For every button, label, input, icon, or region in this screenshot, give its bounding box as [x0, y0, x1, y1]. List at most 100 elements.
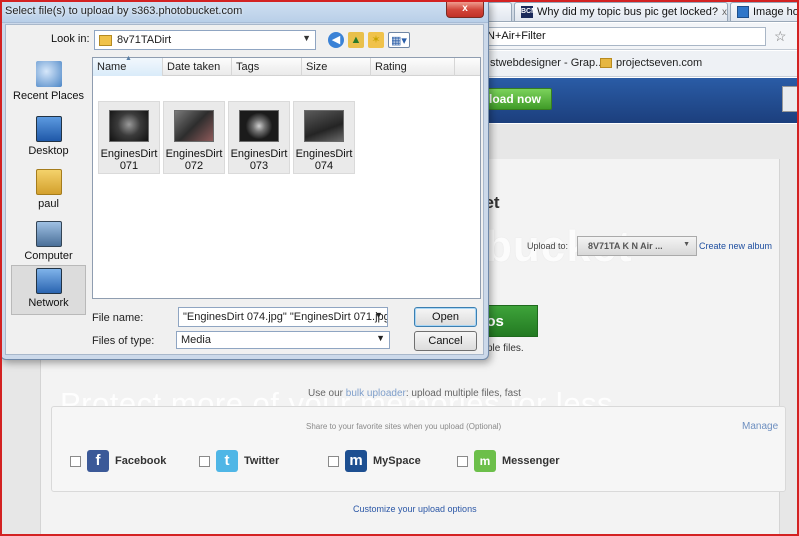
file-label: EnginesDirt 071	[100, 148, 158, 172]
column-tags[interactable]: Tags	[232, 58, 302, 76]
facebook-checkbox[interactable]	[70, 455, 81, 467]
share-messenger[interactable]: m Messenger	[457, 450, 559, 472]
browser-tab-image-host[interactable]: Image hos	[730, 2, 799, 21]
file-label: EnginesDirt 073	[230, 148, 288, 172]
computer-icon	[35, 221, 62, 247]
bulk-uploader-link[interactable]: bulk uploader	[346, 388, 406, 399]
avatar[interactable]	[782, 86, 799, 112]
file-name-label: File name:	[92, 312, 144, 324]
places-bar: Recent Places Desktop paul Computer Netw…	[10, 57, 88, 315]
recent-places-icon	[35, 61, 62, 87]
column-label: Size	[306, 61, 328, 73]
facebook-label: Facebook	[115, 455, 167, 467]
file-list: ▲ Name Date taken Tags Size Rating Engin…	[92, 55, 481, 299]
bcm-favicon: BCM	[521, 6, 537, 18]
album-select[interactable]: 8V71TA K N Air ... ▼	[577, 236, 697, 256]
view-menu-icon[interactable]: ▦▾	[388, 32, 410, 48]
rss-folder-icon	[600, 58, 612, 68]
bookmark-star-icon[interactable]: ☆	[774, 28, 787, 45]
file-label: EnginesDirt 072	[165, 148, 223, 172]
browser-tab-bus-pic[interactable]: BCM Why did my topic bus pic get locked?…	[514, 2, 728, 21]
album-select-value: 8V71TA K N Air ...	[588, 241, 663, 251]
dialog-titlebar[interactable]: Select file(s) to upload by s363.photobu…	[1, 1, 488, 23]
column-header-row: ▲ Name Date taken Tags Size Rating	[93, 55, 480, 76]
column-label: Date taken	[167, 61, 221, 73]
place-computer[interactable]: Computer	[11, 219, 86, 269]
network-icon	[35, 268, 62, 294]
dialog-title: Select file(s) to upload by s363.photobu…	[5, 5, 243, 17]
upload-to-label: Upload to:	[527, 241, 569, 251]
twitter-icon: t	[216, 450, 238, 472]
image-thumbnail-icon	[174, 110, 214, 142]
file-upload-dialog: Select file(s) to upload by s363.photobu…	[0, 0, 489, 360]
column-name[interactable]: ▲ Name	[93, 55, 163, 76]
chevron-down-icon: ▼	[376, 333, 385, 343]
manage-link[interactable]: Manage	[742, 421, 778, 432]
share-options-box: Share to your favorite sites when you up…	[51, 406, 786, 492]
address-input[interactable]: N+Air+Filter	[470, 27, 766, 46]
chevron-down-icon[interactable]: ▼	[374, 310, 383, 320]
column-label: Tags	[236, 61, 260, 73]
place-network[interactable]: Network	[11, 265, 86, 315]
place-label: Desktop	[28, 145, 69, 157]
image-thumbnail-icon	[239, 110, 279, 142]
place-label: Recent Places	[13, 90, 84, 102]
image-favicon	[737, 6, 749, 18]
twitter-label: Twitter	[244, 455, 280, 467]
column-size[interactable]: Size	[302, 58, 371, 76]
image-thumbnail-icon	[304, 110, 344, 142]
place-user-folder[interactable]: paul	[11, 167, 86, 217]
place-label: Network	[28, 297, 69, 309]
close-button[interactable]: x	[446, 1, 484, 18]
desktop-icon	[35, 116, 62, 142]
place-label: Computer	[24, 250, 73, 262]
file-item[interactable]: EnginesDirt 071	[98, 101, 160, 174]
messenger-icon: m	[474, 450, 496, 472]
place-desktop[interactable]: Desktop	[11, 114, 86, 164]
tab-close-icon[interactable]: x	[722, 7, 727, 18]
share-myspace[interactable]: m MySpace	[328, 450, 421, 472]
cancel-button[interactable]: Cancel	[414, 331, 477, 351]
column-label: Rating	[375, 61, 407, 73]
messenger-checkbox[interactable]	[457, 455, 468, 467]
tab-label: Why did my topic bus pic get locked?	[537, 6, 718, 18]
user-folder-icon	[35, 169, 62, 195]
customize-upload-link[interactable]: Customize your upload options	[353, 504, 477, 514]
image-thumbnail-icon	[109, 110, 149, 142]
file-item[interactable]: EnginesDirt 072	[163, 101, 225, 174]
upload-now-button[interactable]: load now	[478, 88, 552, 110]
column-label: Name	[97, 61, 127, 73]
file-item[interactable]: EnginesDirt 074	[293, 101, 355, 174]
share-twitter[interactable]: t Twitter	[199, 450, 279, 472]
messenger-label: Messenger	[502, 455, 560, 467]
column-date-taken[interactable]: Date taken	[163, 58, 232, 76]
file-label: EnginesDirt 074	[295, 148, 353, 172]
open-button[interactable]: Open	[414, 307, 477, 327]
new-folder-icon[interactable]: ✶	[368, 32, 384, 48]
myspace-checkbox[interactable]	[328, 455, 339, 467]
look-in-select[interactable]: 8v71TADirt ▼	[94, 30, 316, 50]
create-album-link[interactable]: Create new album	[699, 241, 772, 251]
file-type-value: Media	[181, 334, 211, 346]
column-rating[interactable]: Rating	[371, 58, 455, 76]
myspace-label: MySpace	[373, 455, 421, 467]
file-type-select[interactable]: Media ▼	[176, 331, 390, 349]
up-folder-icon[interactable]: ▲	[348, 32, 364, 48]
bookmark-item[interactable]: stwebdesigner - Grap...	[490, 57, 604, 69]
look-in-value: 8v71TADirt	[117, 34, 172, 46]
file-type-label: Files of type:	[92, 335, 155, 347]
place-recent-places[interactable]: Recent Places	[11, 59, 86, 109]
upload-hint-text: ple files.	[487, 343, 524, 354]
share-facebook[interactable]: f Facebook	[70, 450, 166, 472]
share-caption: Share to your favorite sites when you up…	[306, 422, 502, 431]
back-icon[interactable]: ◀	[328, 32, 344, 48]
bookmark-label: projectseven.com	[616, 57, 703, 69]
twitter-checkbox[interactable]	[199, 455, 210, 467]
file-name-input[interactable]: "EnginesDirt 074.jpg" "EnginesDirt 071.j…	[178, 307, 388, 327]
bookmark-label: stwebdesigner - Grap...	[490, 57, 605, 69]
file-item[interactable]: EnginesDirt 073	[228, 101, 290, 174]
bookmark-item[interactable]: projectseven.com	[600, 57, 702, 69]
folder-icon	[99, 35, 112, 46]
look-in-label: Look in:	[51, 33, 90, 45]
bulk-suffix: : upload multiple files, fast	[405, 388, 521, 399]
